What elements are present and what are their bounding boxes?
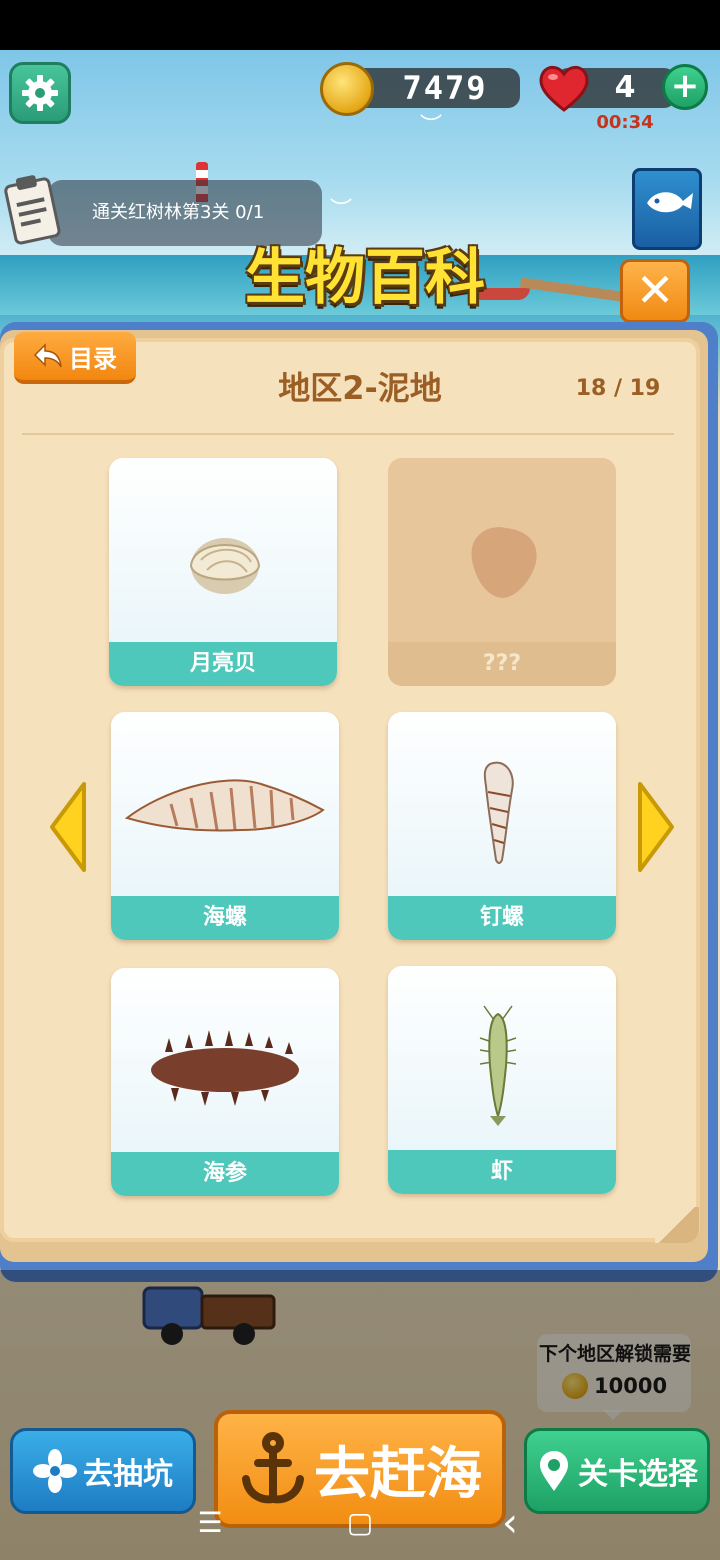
sea-cucumber-icon [151, 1030, 299, 1106]
close-button[interactable]: ✕ [620, 259, 690, 323]
moon-shell-icon [189, 538, 261, 594]
creature-name: 月亮贝 [109, 642, 337, 686]
lives-count: 4 [614, 70, 636, 105]
heart-icon [539, 65, 589, 112]
next-page-arrow-icon[interactable] [634, 780, 678, 874]
coin-icon [320, 62, 374, 116]
dig-button-label: 去抽坑 [83, 1457, 173, 1492]
creature-card-auger-snail[interactable]: 钉螺 [388, 712, 616, 940]
auger-snail-icon [483, 761, 514, 864]
creature-name: 钉螺 [388, 896, 616, 940]
clipboard-icon [4, 175, 61, 245]
page-curl [655, 1207, 699, 1243]
status-bar [0, 0, 720, 50]
creature-name: 海螺 [111, 896, 339, 940]
creature-card-locked[interactable]: ??? [388, 458, 616, 686]
lives-timer: 00:34 [596, 112, 654, 133]
home-icon[interactable]: ▢ [340, 1503, 380, 1543]
add-lives-button[interactable]: + [662, 64, 708, 110]
locked-silhouette-icon [471, 527, 537, 598]
seagull: ︶ [420, 114, 443, 139]
creature-card-shrimp[interactable]: 虾 [388, 966, 616, 1194]
gear-icon [22, 75, 58, 111]
seagull: ︶ [330, 198, 353, 223]
divider [22, 433, 674, 435]
creature-image [388, 458, 616, 642]
shrimp-icon [479, 1005, 517, 1126]
map-pin-icon [540, 1451, 568, 1491]
catalog-back-label: 目录 [69, 344, 117, 373]
creature-image [388, 712, 616, 896]
back-arrow-icon [33, 343, 62, 368]
collection-progress: 18 / 19 [575, 376, 661, 401]
fan-icon [33, 1449, 77, 1493]
creature-image [109, 458, 337, 642]
settings-button[interactable] [9, 62, 71, 124]
region-title: 地区2-泥地 [278, 369, 442, 407]
menu-icon[interactable]: ☰ [190, 1503, 230, 1543]
conch-icon [124, 779, 325, 832]
creature-name: ??? [388, 642, 616, 686]
fish-icon [647, 192, 693, 213]
coin-count: 7479 [402, 69, 488, 107]
creature-image [111, 712, 339, 896]
quest-text: 通关红树林第3关 0/1 [92, 202, 265, 223]
creature-name: 海参 [111, 1152, 339, 1196]
fish-book-icon[interactable] [632, 168, 702, 250]
prev-page-arrow-icon[interactable] [46, 780, 90, 874]
catalog-back-button[interactable]: 目录 [14, 332, 136, 384]
creature-card-sea-cucumber[interactable]: 海参 [111, 968, 339, 1196]
creature-image [111, 968, 339, 1152]
page-title: 生物百科 [245, 243, 485, 313]
level-select-label: 关卡选择 [578, 1457, 698, 1492]
creature-name: 虾 [388, 1150, 616, 1194]
creature-card-moon-shell[interactable]: 月亮贝 [109, 458, 337, 686]
creature-card-conch[interactable]: 海螺 [111, 712, 339, 940]
creature-image [388, 966, 616, 1150]
back-icon[interactable]: ‹ [490, 1503, 530, 1543]
